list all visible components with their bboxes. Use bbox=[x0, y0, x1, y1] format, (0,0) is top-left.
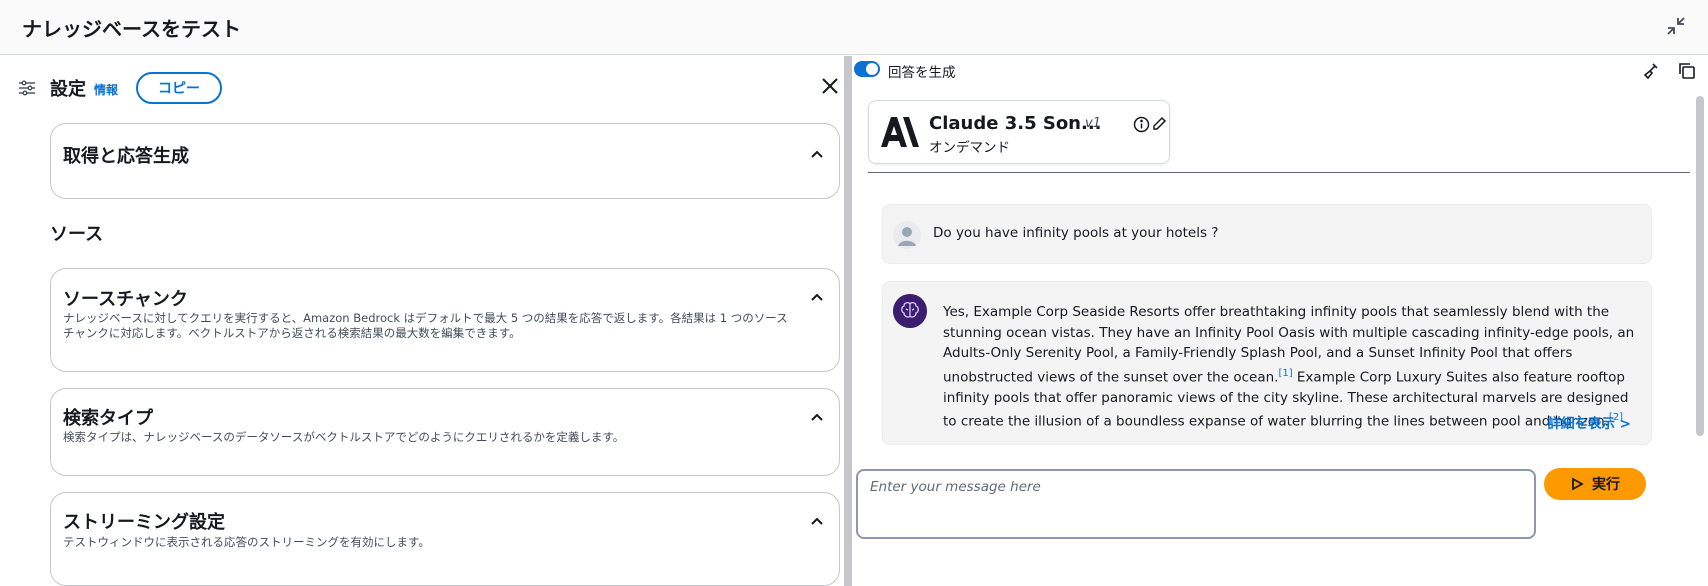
settings-header: 設定 情報 コピー bbox=[18, 72, 223, 104]
chevron-up-icon[interactable] bbox=[809, 513, 825, 529]
search-type-description: 検索タイプは、ナレッジベースのデータソースがベクトルストアでどのようにクエリされ… bbox=[63, 430, 625, 444]
settings-panel: 設定 情報 コピー 取得と応答生成 ソース ソースチャンク ナレッジベースに対し… bbox=[0, 56, 842, 586]
user-avatar-icon bbox=[893, 221, 921, 249]
assistant-brain-icon bbox=[893, 294, 927, 328]
model-version: v1 bbox=[1085, 116, 1101, 131]
source-heading: ソース bbox=[50, 224, 104, 245]
search-type-section[interactable]: 検索タイプ 検索タイプは、ナレッジベースのデータソースがベクトルストアでどのよう… bbox=[50, 388, 840, 476]
top-bar: ナレッジベースをテスト bbox=[0, 0, 1708, 55]
copy-icon[interactable] bbox=[1678, 62, 1696, 80]
collapse-icon[interactable] bbox=[1666, 16, 1686, 36]
info-link[interactable]: 情報 bbox=[94, 81, 118, 98]
retrieval-title: 取得と応答生成 bbox=[63, 146, 189, 167]
generate-answer-toggle[interactable] bbox=[854, 61, 880, 77]
model-card[interactable]: Claude 3.5 Son... v1 オンデマンド bbox=[868, 100, 1170, 164]
source-chunks-description: ナレッジベースに対してクエリを実行すると、Amazon Bedrock はデフォ… bbox=[63, 311, 788, 340]
broom-icon[interactable] bbox=[1642, 62, 1660, 80]
assistant-message: Yes, Example Corp Seaside Resorts offer … bbox=[882, 281, 1652, 445]
divider bbox=[868, 172, 1690, 173]
assistant-message-text: Yes, Example Corp Seaside Resorts offer … bbox=[943, 302, 1643, 432]
info-icon[interactable] bbox=[1133, 116, 1150, 133]
anthropic-logo bbox=[881, 117, 919, 147]
generate-answer-label: 回答を生成 bbox=[888, 65, 956, 81]
panel-resize-handle[interactable] bbox=[844, 56, 852, 586]
run-button[interactable]: 実行 bbox=[1544, 468, 1646, 500]
streaming-title: ストリーミング設定 bbox=[63, 512, 225, 533]
source-chunks-title: ソースチャンク bbox=[63, 289, 188, 310]
show-details-link[interactable]: 詳細を表示 > bbox=[1547, 412, 1631, 432]
search-type-title: 検索タイプ bbox=[63, 408, 153, 429]
chevron-up-icon[interactable] bbox=[809, 289, 825, 305]
chat-panel: 回答を生成 Claude 3.5 Son... v1 オンデマンド Do you… bbox=[852, 56, 1708, 586]
user-message: Do you have infinity pools at your hotel… bbox=[882, 204, 1652, 264]
model-mode: オンデマンド bbox=[929, 140, 1010, 156]
close-icon[interactable] bbox=[820, 76, 840, 96]
message-input[interactable] bbox=[858, 471, 1534, 537]
user-message-text: Do you have infinity pools at your hotel… bbox=[933, 225, 1219, 241]
retrieval-section[interactable]: 取得と応答生成 bbox=[50, 123, 840, 199]
settings-sliders-icon bbox=[19, 80, 35, 96]
play-icon bbox=[1572, 477, 1584, 491]
streaming-section[interactable]: ストリーミング設定 テストウィンドウに表示される応答のストリーミングを有効にしま… bbox=[50, 492, 840, 586]
page-title: ナレッジベースをテスト bbox=[22, 17, 241, 41]
edit-icon[interactable] bbox=[1152, 116, 1167, 131]
copy-button[interactable]: コピー bbox=[136, 72, 223, 104]
streaming-description: テストウィンドウに表示される応答のストリーミングを有効にします。 bbox=[63, 535, 430, 549]
citation-1-link[interactable]: [1] bbox=[1278, 368, 1292, 379]
chat-scrollbar[interactable] bbox=[1696, 96, 1704, 436]
settings-title: 設定 bbox=[50, 79, 86, 100]
run-button-label: 実行 bbox=[1592, 477, 1620, 493]
chevron-up-icon[interactable] bbox=[809, 146, 825, 162]
model-name: Claude 3.5 Son... bbox=[929, 113, 1102, 134]
chevron-up-icon[interactable] bbox=[809, 409, 825, 425]
message-input-container bbox=[856, 469, 1536, 539]
source-chunks-section[interactable]: ソースチャンク ナレッジベースに対してクエリを実行すると、Amazon Bedr… bbox=[50, 268, 840, 372]
